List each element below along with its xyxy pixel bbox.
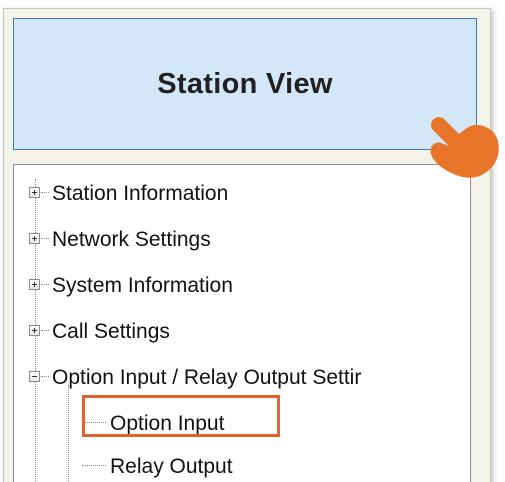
subtree-connector-line xyxy=(68,385,69,482)
tree-item-label: Relay Output xyxy=(110,455,233,478)
tree-item-network-settings[interactable]: Network Settings xyxy=(14,223,470,257)
highlight-box xyxy=(82,395,280,437)
minus-box-icon[interactable] xyxy=(29,371,40,382)
station-view-button[interactable]: Station View xyxy=(13,18,477,150)
plus-box-icon[interactable] xyxy=(29,279,40,290)
tree-item-label: Option Input / Relay Output Settir xyxy=(52,366,362,389)
tree-item-label: Call Settings xyxy=(52,320,170,343)
tree-item-call-settings[interactable]: Call Settings xyxy=(14,315,470,349)
plus-box-icon[interactable] xyxy=(29,325,40,336)
screenshot-root: Station View Station Information Network… xyxy=(0,0,505,482)
tree-item-label: System Information xyxy=(52,274,233,297)
tree-item-label: Network Settings xyxy=(52,228,211,251)
station-view-title: Station View xyxy=(157,67,333,100)
plus-box-icon[interactable] xyxy=(29,233,40,244)
plus-box-icon[interactable] xyxy=(29,187,40,198)
tree-item-label: Station Information xyxy=(52,182,229,205)
tree-item-relay-output[interactable]: Relay Output xyxy=(14,450,470,482)
tree-item-option-input-relay-output-settings[interactable]: Option Input / Relay Output Settir xyxy=(14,361,470,395)
tree-item-system-information[interactable]: System Information xyxy=(14,269,470,303)
pointing-hand-icon xyxy=(430,117,499,178)
tree-item-station-information[interactable]: Station Information xyxy=(14,177,470,211)
